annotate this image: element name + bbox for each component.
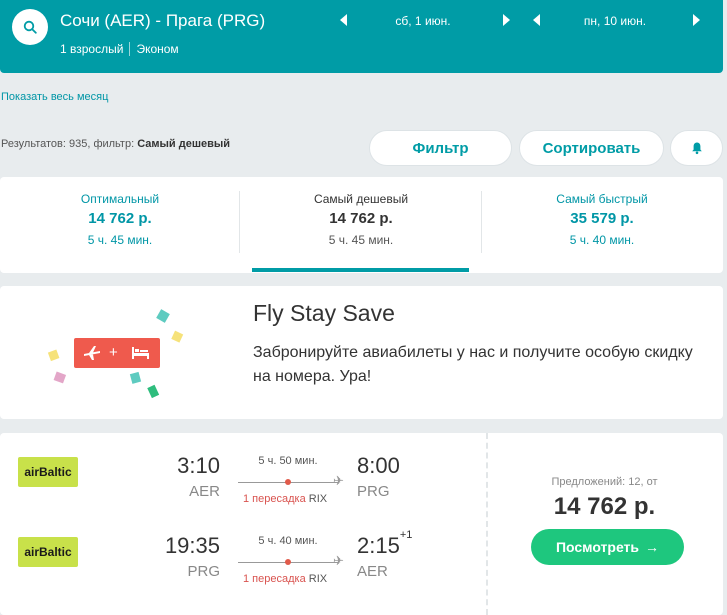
plane-icon xyxy=(84,346,100,360)
bed-icon xyxy=(132,347,149,359)
promo-text: Забронируйте авиабилеты у нас и получите… xyxy=(253,344,693,385)
arrival-time: 2:15+1 xyxy=(357,529,412,559)
tab-duration: 5 ч. 45 мин. xyxy=(87,233,153,247)
ticket-card[interactable]: airBaltic 3:10 AER 5 ч. 50 мин. ✈ 1 пере… xyxy=(0,433,723,615)
departure-airport: AER xyxy=(189,483,220,500)
price-alert-button[interactable] xyxy=(670,130,723,166)
results-count: Результатов: 935, фильтр: xyxy=(1,138,135,150)
promo-title: Fly Stay Save xyxy=(253,300,395,326)
tab-price: 14 762 р. xyxy=(88,210,152,227)
filter-button[interactable]: Фильтр xyxy=(369,130,512,166)
tab-duration: 5 ч. 45 мин. xyxy=(328,233,394,247)
arrival-time-value: 8:00 xyxy=(357,453,400,478)
arrival-time-value: 2:15 xyxy=(357,533,400,558)
stops-count: 1 пересадка xyxy=(243,573,306,585)
active-filter: Самый дешевый xyxy=(137,138,231,150)
view-offer-label: Посмотреть xyxy=(555,539,640,555)
airline-logo: airBaltic xyxy=(18,457,78,487)
stop-dot xyxy=(285,559,291,565)
stop-airport: RIX xyxy=(308,573,328,585)
divider xyxy=(239,191,240,253)
airline-logo: airBaltic xyxy=(18,537,78,567)
search-header: Сочи (AER) - Прага (PRG) 1 взрослый Экон… xyxy=(0,0,723,73)
stops-info: 1 пересадка RIX xyxy=(243,573,327,585)
departure-time: 3:10 xyxy=(177,453,220,478)
search-icon xyxy=(23,20,37,34)
plane-icon: ✈ xyxy=(333,473,344,488)
sort-tabs: Оптимальный 14 762 р. 5 ч. 45 мин. Самый… xyxy=(0,177,723,273)
active-tab-indicator xyxy=(252,268,469,272)
flight-duration: 5 ч. 40 мин. xyxy=(258,535,318,547)
promo-banner[interactable]: + Fly Stay Save Забронируйте авиабилеты … xyxy=(0,286,723,419)
sort-button[interactable]: Сортировать xyxy=(519,130,664,166)
offers-count: Предложений: 12, от xyxy=(551,476,658,488)
departure-time: 19:35 xyxy=(164,533,220,558)
promo-illustration xyxy=(47,309,184,399)
ticket-price: 14 762 р. xyxy=(553,493,656,520)
return-date[interactable]: пн, 10 июн. xyxy=(550,14,680,28)
chevron-right-icon[interactable] xyxy=(503,14,510,26)
promo-plus: + xyxy=(109,344,118,361)
bell-icon xyxy=(691,142,702,155)
stop-airport: RIX xyxy=(308,493,328,505)
stop-dot xyxy=(285,479,291,485)
cabin-label[interactable]: Эконом xyxy=(136,42,178,56)
tab-price: 35 579 р. xyxy=(570,210,634,227)
tab-cheapest[interactable]: Самый дешевый 14 762 р. 5 ч. 45 мин. xyxy=(241,177,481,273)
tab-title: Самый дешевый xyxy=(313,192,409,206)
day-offset: +1 xyxy=(399,529,413,541)
trip-details[interactable]: 1 взрослый Эконом xyxy=(60,42,179,56)
arrival-time: 8:00 xyxy=(357,453,400,479)
tab-fastest[interactable]: Самый быстрый 35 579 р. 5 ч. 40 мин. xyxy=(482,177,722,273)
tab-title: Оптимальный xyxy=(80,192,160,206)
chevron-left-icon[interactable] xyxy=(533,14,540,26)
stops-info: 1 пересадка RIX xyxy=(243,493,327,505)
arrival-airport: AER xyxy=(357,563,388,580)
chevron-right-icon[interactable] xyxy=(693,14,700,26)
tab-optimal[interactable]: Оптимальный 14 762 р. 5 ч. 45 мин. xyxy=(0,177,240,273)
stops-count: 1 пересадка xyxy=(243,493,306,505)
tab-duration: 5 ч. 40 мин. xyxy=(569,233,635,247)
arrow-right-icon: → xyxy=(645,539,660,555)
route-title[interactable]: Сочи (AER) - Прага (PRG) xyxy=(60,11,265,31)
tab-price: 14 762 р. xyxy=(329,210,393,227)
tab-title: Самый быстрый xyxy=(556,192,648,206)
divider xyxy=(486,433,488,615)
search-button[interactable] xyxy=(12,9,48,45)
depart-date[interactable]: сб, 1 июн. xyxy=(358,14,488,28)
flight-duration: 5 ч. 50 мин. xyxy=(258,455,318,467)
view-offer-button[interactable]: Посмотреть → xyxy=(531,529,684,565)
plane-icon: ✈ xyxy=(333,553,344,568)
results-summary: Результатов: 935, фильтр: Самый дешевый xyxy=(1,138,230,150)
passengers-label[interactable]: 1 взрослый xyxy=(60,42,123,56)
show-month-link[interactable]: Показать весь месяц xyxy=(1,91,108,103)
arrival-airport: PRG xyxy=(357,483,390,500)
divider xyxy=(129,42,131,56)
departure-airport: PRG xyxy=(187,563,220,580)
chevron-left-icon[interactable] xyxy=(340,14,347,26)
